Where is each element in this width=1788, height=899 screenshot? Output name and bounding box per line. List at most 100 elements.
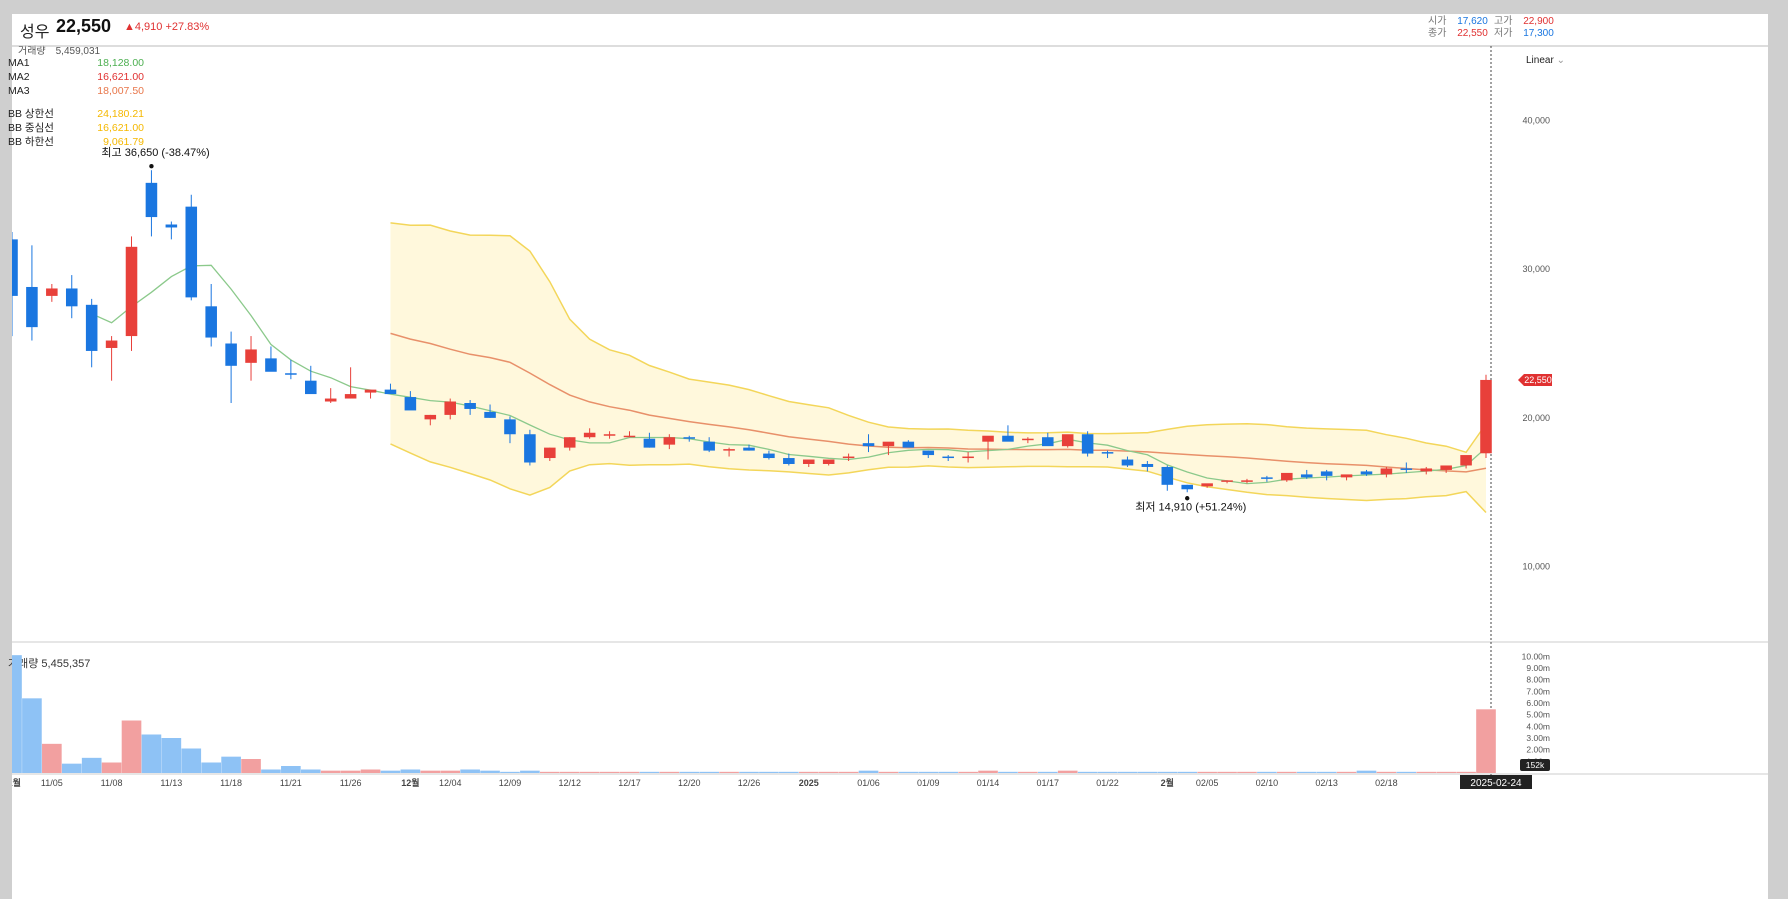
candle-body bbox=[205, 306, 217, 338]
volume-bar bbox=[1177, 771, 1198, 773]
candle-body bbox=[364, 389, 377, 393]
candle-body bbox=[504, 419, 516, 435]
volume-bar bbox=[1237, 771, 1257, 773]
volume-bar bbox=[998, 771, 1018, 773]
candle-body bbox=[643, 438, 656, 448]
x-tick-label: 11/13 bbox=[160, 778, 182, 788]
candle-body bbox=[683, 437, 696, 439]
highest-label: 최고 36,650 (-38.47%) bbox=[101, 146, 209, 159]
volume-bar bbox=[1376, 771, 1397, 773]
volume-bar bbox=[878, 771, 899, 773]
y-tick-label: 30,000 bbox=[1522, 264, 1550, 274]
x-tick-label: 01/14 bbox=[977, 778, 1000, 788]
volume-bar bbox=[22, 698, 42, 773]
candle-body bbox=[85, 304, 98, 351]
candle-body bbox=[12, 239, 18, 296]
x-tick-label: 12월 bbox=[401, 777, 419, 788]
candle-body bbox=[1061, 434, 1074, 447]
volume-bar bbox=[261, 769, 281, 773]
volume-bar bbox=[559, 771, 580, 773]
candle-body bbox=[464, 403, 476, 409]
candle-body bbox=[344, 394, 357, 399]
volume-bar bbox=[500, 771, 520, 773]
volume-tick-label: 10.00m bbox=[1522, 651, 1550, 661]
volume-bar bbox=[958, 771, 978, 773]
volume-bar bbox=[978, 770, 998, 773]
candle-body bbox=[1201, 483, 1213, 487]
volume-tick-label: 8.00m bbox=[1526, 675, 1550, 685]
candle-body bbox=[125, 246, 138, 337]
volume-tick-label: 9.00m bbox=[1526, 663, 1550, 673]
volume-bar bbox=[1296, 771, 1317, 773]
volume-bar bbox=[858, 770, 879, 773]
x-tick-label: 12/04 bbox=[439, 778, 462, 788]
candle-body bbox=[623, 435, 636, 438]
volume-bar bbox=[281, 766, 301, 773]
highest-marker bbox=[149, 164, 154, 169]
volume-tick-label: 7.00m bbox=[1526, 686, 1550, 696]
volume-tick-label: 5.00m bbox=[1526, 710, 1550, 720]
price-tag-label: 22,550 bbox=[1524, 375, 1552, 385]
x-tick-label: 02/18 bbox=[1375, 778, 1398, 788]
candle-body bbox=[384, 389, 397, 395]
candle-body bbox=[424, 414, 437, 420]
volume-bar bbox=[12, 655, 22, 773]
candle-body bbox=[942, 456, 954, 459]
volume-bar bbox=[400, 769, 421, 773]
candle-body bbox=[763, 453, 775, 459]
candle-body bbox=[1081, 434, 1094, 454]
candle-body bbox=[563, 437, 576, 448]
candle-body bbox=[1380, 468, 1393, 475]
candle-body bbox=[225, 343, 237, 366]
bollinger-band-fill bbox=[390, 222, 1486, 513]
volume-bar bbox=[1276, 771, 1297, 773]
candle-body bbox=[1161, 466, 1174, 485]
volume-bar bbox=[918, 771, 939, 773]
candle-body bbox=[484, 411, 496, 418]
candle-body bbox=[1181, 484, 1193, 490]
candle-body bbox=[1420, 468, 1433, 472]
volume-tick-label: 6.00m bbox=[1526, 698, 1550, 708]
cursor-date-label: 2025-02-24 bbox=[1470, 778, 1522, 789]
candle-body bbox=[185, 206, 198, 298]
volume-bar bbox=[898, 771, 919, 773]
candle-body bbox=[822, 459, 835, 464]
stock-chart[interactable]: 성우 22,550 ▲4,910 +27.83% 거래량 5,459,031 시가… bbox=[8, 14, 1768, 899]
candle-body bbox=[902, 441, 915, 448]
volume-bar bbox=[1316, 771, 1337, 773]
candle-body bbox=[544, 447, 556, 459]
volume-bar bbox=[1476, 709, 1496, 773]
volume-bar bbox=[1037, 771, 1058, 773]
candle-body bbox=[982, 435, 994, 442]
x-tick-label: 12/26 bbox=[738, 778, 761, 788]
candle-body bbox=[46, 288, 58, 296]
chart-frame: 성우 22,550 ▲4,910 +27.83% 거래량 5,459,031 시가… bbox=[0, 0, 1788, 899]
volume-bar bbox=[1057, 770, 1078, 773]
candle-body bbox=[285, 373, 297, 375]
x-tick-label: 11/05 bbox=[41, 778, 63, 788]
x-tick-label: 11/18 bbox=[220, 778, 242, 788]
volume-bar bbox=[739, 771, 759, 773]
x-tick-label: 12/12 bbox=[558, 778, 581, 788]
candle-body bbox=[305, 380, 317, 395]
candle-body bbox=[1340, 474, 1353, 478]
candle-body bbox=[1101, 452, 1114, 454]
volume-bar bbox=[798, 771, 819, 773]
volume-bar bbox=[241, 759, 261, 773]
volume-tag-label: 152k bbox=[1526, 760, 1545, 770]
candle-body bbox=[324, 398, 337, 402]
volume-bar bbox=[340, 770, 361, 773]
plot-area[interactable]: 최고 36,650 (-38.47%) 최저 14,910 (+51.24%) 10… bbox=[12, 14, 1768, 899]
volume-tick-label: 4.00m bbox=[1526, 721, 1550, 731]
volume-bar bbox=[121, 720, 142, 773]
volume-bar bbox=[539, 771, 560, 773]
lowest-label: 최저 14,910 (+51.24%) bbox=[1135, 500, 1246, 513]
candle-body bbox=[1121, 459, 1134, 466]
x-tick-label: 01/09 bbox=[917, 778, 940, 788]
volume-bar bbox=[460, 769, 480, 773]
volume-bar bbox=[759, 771, 779, 773]
volume-bar bbox=[1257, 771, 1277, 773]
volume-bar bbox=[1416, 771, 1437, 773]
candle-body bbox=[802, 459, 815, 464]
volume-bar bbox=[320, 770, 341, 773]
